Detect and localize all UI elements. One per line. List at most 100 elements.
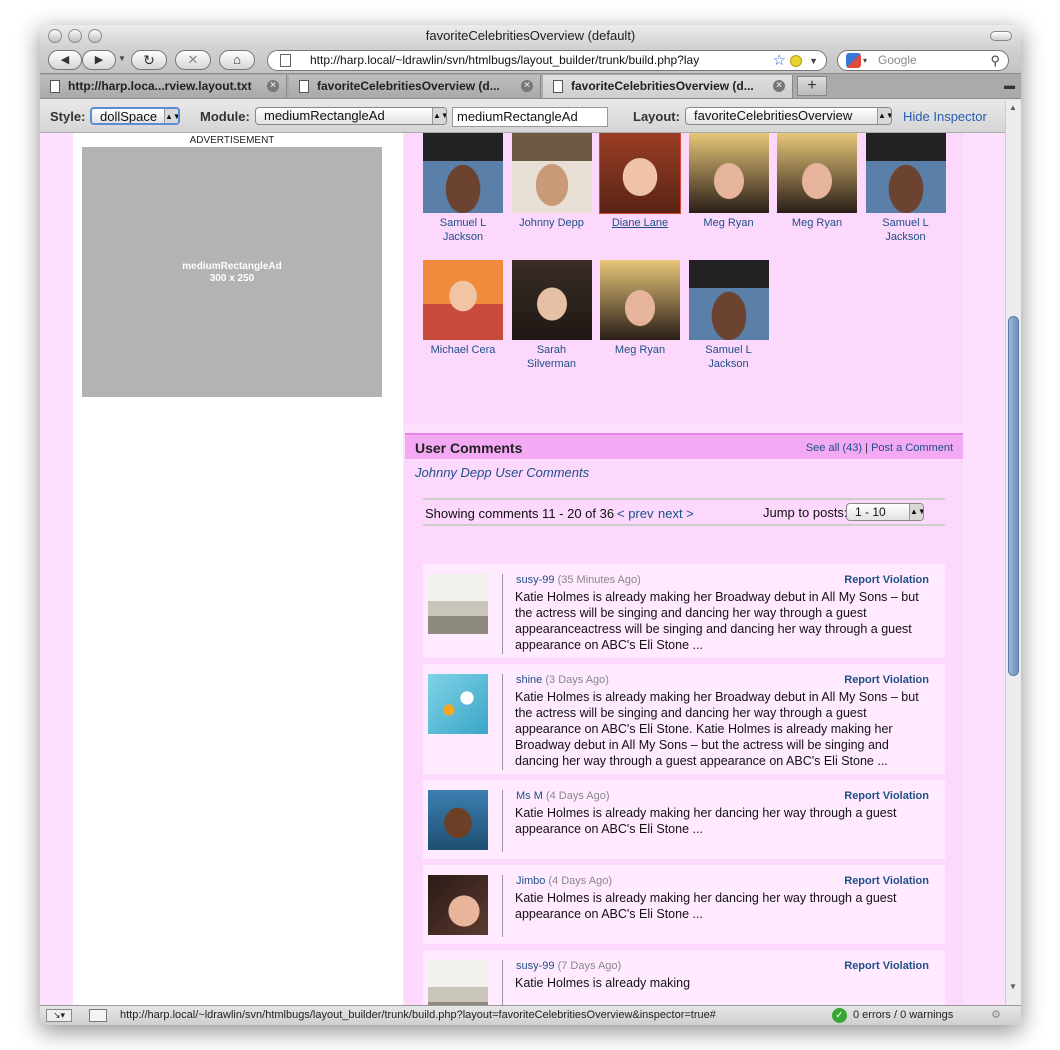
module-select[interactable]: mediumRectangleAd ▲▼ — [255, 107, 447, 125]
comment-item: susy-99 (35 Minutes Ago) Report Violatio… — [423, 564, 945, 658]
validation-check-icon[interactable]: ✓ — [832, 1008, 847, 1023]
toolbar-toggle-button[interactable] — [990, 31, 1012, 41]
comment-username[interactable]: shine — [516, 674, 542, 686]
search-engine-dropdown-icon[interactable]: ▾ — [863, 51, 867, 70]
comment-text: Katie Holmes is already making her Broad… — [515, 690, 919, 768]
celebrity-name[interactable]: Michael Cera — [423, 343, 503, 357]
close-window-button[interactable] — [48, 29, 62, 43]
search-field[interactable]: ▾ Google ⚲ — [837, 50, 1009, 71]
prev-link[interactable]: < prev — [617, 506, 654, 521]
medium-rectangle-ad[interactable]: mediumRectangleAd 300 x 250 — [82, 147, 382, 397]
bookmark-star-icon[interactable]: ☆ — [770, 51, 786, 70]
user-avatar[interactable] — [428, 790, 488, 850]
celebrity-card[interactable]: Sarah Silverman — [511, 260, 592, 371]
celebrity-photo[interactable] — [600, 260, 680, 340]
jump-to-posts-select[interactable]: 1 - 10 ▲▼ — [846, 503, 924, 521]
celebrity-card[interactable]: Meg Ryan — [600, 260, 680, 357]
celebrity-photo[interactable] — [688, 260, 769, 340]
celebrity-card[interactable]: Diane Lane — [599, 133, 681, 230]
report-violation-link[interactable]: Report Violation — [844, 674, 929, 686]
celebrity-name[interactable]: Sarah Silverman — [512, 343, 592, 371]
celebrity-photo[interactable] — [599, 133, 681, 214]
user-avatar[interactable] — [428, 574, 488, 634]
comment-username[interactable]: Ms M — [516, 790, 543, 802]
scrollbar-thumb[interactable] — [1008, 316, 1019, 676]
celebrity-name[interactable]: Samuel L Jackson — [689, 343, 769, 371]
inspector-tool-icon[interactable]: ↘▾ — [46, 1009, 72, 1022]
user-avatar[interactable] — [428, 875, 488, 935]
celebrity-photo[interactable] — [423, 133, 503, 213]
tab-close-icon[interactable]: × — [267, 80, 279, 92]
back-button[interactable]: ◀ — [48, 50, 82, 70]
user-avatar[interactable] — [428, 674, 488, 734]
status-toggle-icon[interactable] — [89, 1009, 107, 1022]
style-select[interactable]: dollSpace ▲▼ — [90, 107, 180, 125]
history-dropdown-icon[interactable]: ▼ — [118, 54, 126, 63]
url-dropdown-icon[interactable]: ▼ — [809, 52, 818, 70]
comments-subtitle[interactable]: Johnny Depp User Comments — [415, 465, 589, 480]
celebrity-photo[interactable] — [423, 260, 503, 340]
celebrity-name[interactable]: Samuel L Jackson — [423, 216, 503, 244]
tab-close-icon[interactable]: × — [773, 80, 785, 92]
comment-username[interactable]: Jimbo — [516, 875, 545, 887]
post-comment-link[interactable]: Post a Comment — [871, 442, 953, 454]
select-arrows-icon: ▲▼ — [877, 108, 891, 124]
comment-username[interactable]: susy-99 — [516, 574, 555, 586]
style-label: Style: — [50, 109, 86, 124]
celebrity-photo[interactable] — [777, 133, 857, 213]
celebrity-photo[interactable] — [511, 260, 592, 340]
celebrity-name[interactable]: Meg Ryan — [777, 216, 857, 230]
celebrity-card[interactable]: Samuel L Jackson — [865, 133, 946, 244]
jump-label: Jump to posts: — [763, 505, 848, 520]
report-violation-link[interactable]: Report Violation — [844, 960, 929, 972]
celebrity-card[interactable]: Samuel L Jackson — [423, 133, 503, 244]
report-violation-link[interactable]: Report Violation — [844, 875, 929, 887]
zoom-window-button[interactable] — [88, 29, 102, 43]
celebrity-name[interactable]: Johnny Depp — [512, 216, 592, 230]
vertical-scrollbar[interactable]: ▲ ▼ — [1005, 101, 1021, 1005]
user-avatar[interactable] — [428, 960, 488, 1005]
module-name-input[interactable]: mediumRectangleAd — [452, 107, 608, 127]
celebrity-card[interactable]: Meg Ryan — [688, 133, 769, 230]
gear-icon[interactable]: ⚙ — [991, 1006, 1001, 1025]
scroll-down-icon[interactable]: ▼ — [1009, 982, 1017, 991]
greasemonkey-icon[interactable] — [790, 55, 802, 67]
tab-favorite-celebrities-1[interactable]: favoriteCelebritiesOverview (d... × — [289, 75, 541, 98]
celebrity-card[interactable]: Johnny Depp — [511, 133, 592, 230]
next-link[interactable]: next > — [658, 506, 694, 521]
url-field[interactable]: http://harp.local/~ldrawlin/svn/htmlbugs… — [267, 50, 827, 71]
report-violation-link[interactable]: Report Violation — [844, 790, 929, 802]
celebrity-photo[interactable] — [688, 133, 769, 213]
comment-divider — [502, 790, 503, 852]
comment-username[interactable]: susy-99 — [516, 960, 555, 972]
forward-button[interactable]: ▶ — [82, 50, 116, 70]
celebrity-card[interactable]: Meg Ryan — [777, 133, 857, 230]
celebrity-name[interactable]: Diane Lane — [600, 216, 680, 230]
tab-overflow-icon[interactable]: ▬ — [1004, 80, 1015, 92]
scroll-up-icon[interactable]: ▲ — [1009, 103, 1017, 112]
forward-arrow-icon: ▶ — [94, 54, 104, 66]
reload-button[interactable]: ↻ — [131, 50, 167, 70]
comment-item: shine (3 Days Ago) Report Violation Kati… — [423, 664, 945, 774]
celebrity-card[interactable]: Samuel L Jackson — [688, 260, 769, 371]
celebrity-name[interactable]: Samuel L Jackson — [866, 216, 946, 244]
new-tab-button[interactable]: + — [797, 76, 827, 96]
layout-select[interactable]: favoriteCelebritiesOverview ▲▼ — [685, 107, 892, 125]
tab-layout-txt[interactable]: http://harp.loca...rview.layout.txt × — [40, 75, 287, 98]
google-icon — [846, 53, 861, 68]
tab-close-icon[interactable]: × — [521, 80, 533, 92]
tab-favorite-celebrities-2[interactable]: favoriteCelebritiesOverview (d... × — [543, 75, 793, 98]
celebrity-card[interactable]: Michael Cera — [423, 260, 503, 357]
stop-button[interactable]: ✕ — [175, 50, 211, 70]
home-button[interactable]: ⌂ — [219, 50, 255, 70]
hide-inspector-link[interactable]: Hide Inspector — [903, 109, 987, 124]
celebrity-photo[interactable] — [865, 133, 946, 213]
see-all-link[interactable]: See all (43) — [806, 442, 862, 454]
celebrity-name[interactable]: Meg Ryan — [689, 216, 769, 230]
report-violation-link[interactable]: Report Violation — [844, 574, 929, 586]
minimize-window-button[interactable] — [68, 29, 82, 43]
search-magnifier-icon[interactable]: ⚲ — [990, 51, 1000, 70]
celebrity-photo[interactable] — [511, 133, 592, 213]
comment-text: Katie Holmes is already making her Broad… — [515, 590, 919, 652]
celebrity-name[interactable]: Meg Ryan — [600, 343, 680, 357]
